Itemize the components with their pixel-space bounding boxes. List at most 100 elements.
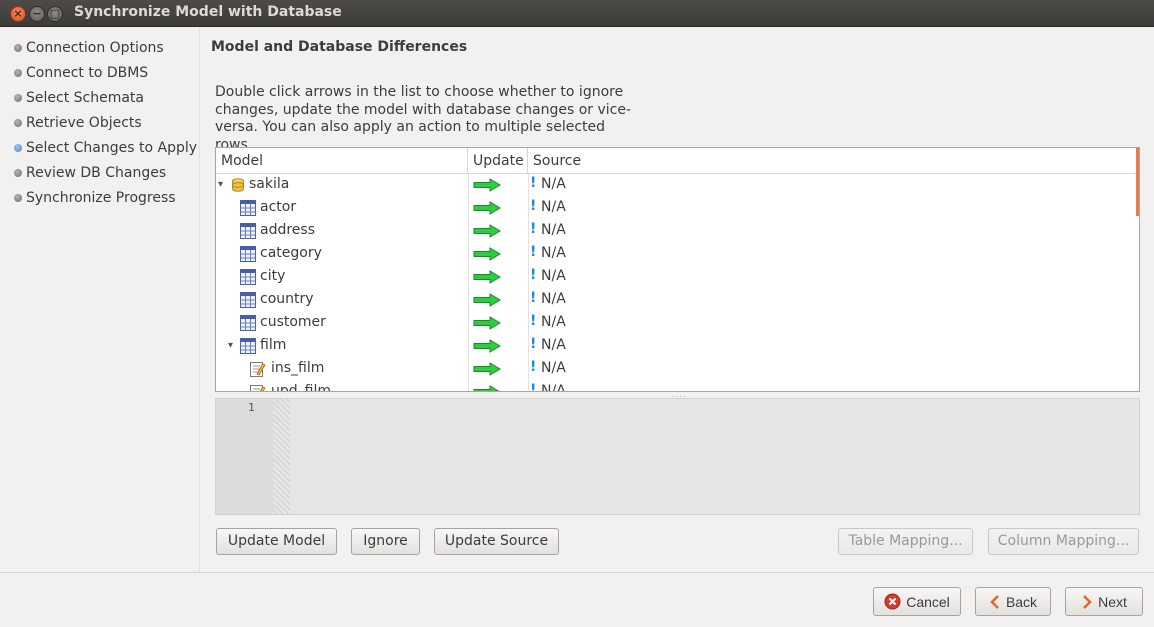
sql-preview-editor[interactable]: 1: [215, 398, 1140, 515]
tree-row[interactable]: ▾ film! N/A: [216, 335, 1139, 358]
step-bullet-active-icon: [14, 144, 22, 152]
step-label: Select Changes to Apply: [26, 140, 198, 156]
info-icon: !: [530, 313, 537, 329]
step-retrieve-objects: Retrieve Objects: [14, 113, 142, 133]
row-label: actor: [260, 199, 297, 215]
ignore-button[interactable]: Ignore: [351, 528, 420, 555]
info-icon: !: [530, 221, 537, 237]
arrow-right-icon[interactable]: [473, 293, 501, 311]
arrow-right-icon[interactable]: [473, 385, 501, 391]
step-select-changes: Select Changes to Apply: [14, 138, 197, 158]
editor-fold-margin: [273, 399, 290, 514]
info-icon: !: [530, 175, 537, 191]
row-label: ins_film: [271, 360, 325, 376]
arrow-right-icon[interactable]: [473, 247, 501, 265]
chevron-left-icon: [989, 594, 1001, 610]
window-close-button[interactable]: ×: [10, 6, 26, 22]
cancel-icon: [884, 593, 901, 610]
row-label: customer: [260, 314, 326, 330]
step-label: Select Schemata: [26, 90, 144, 106]
step-connection-options: Connection Options: [14, 38, 164, 58]
table-icon: [240, 269, 256, 285]
wizard-footer: Cancel Back Next: [0, 572, 1154, 627]
expander-icon[interactable]: ▾: [228, 340, 233, 351]
database-icon: [230, 177, 246, 193]
back-label: Back: [1005, 593, 1038, 610]
window-title: Synchronize Model with Database: [74, 4, 342, 20]
cancel-button[interactable]: Cancel: [873, 587, 961, 616]
source-value: N/A: [541, 268, 566, 284]
table-mapping-button[interactable]: Table Mapping...: [838, 528, 973, 555]
arrow-right-icon[interactable]: [473, 339, 501, 357]
close-icon: ×: [13, 7, 23, 20]
differences-tree[interactable]: Model Update Source ▾ sakila! N/A actor! N/A…: [215, 147, 1140, 392]
tree-row[interactable]: ▾ sakila! N/A: [216, 174, 1139, 197]
source-value: N/A: [541, 222, 566, 238]
step-bullet-icon: [14, 169, 22, 177]
step-connect-to-dbms: Connect to DBMS: [14, 63, 148, 83]
window-minimize-button[interactable]: −: [29, 6, 45, 22]
update-source-button[interactable]: Update Source: [434, 528, 559, 555]
arrow-right-icon[interactable]: [473, 316, 501, 334]
tree-header: Model Update Source: [216, 148, 1139, 174]
column-header-model[interactable]: Model: [216, 148, 468, 174]
source-value: N/A: [541, 314, 566, 330]
step-bullet-icon: [14, 94, 22, 102]
line-number: 1: [248, 401, 255, 414]
step-bullet-icon: [14, 119, 22, 127]
table-icon: [240, 223, 256, 239]
tree-row[interactable]: upd_film! N/A: [216, 381, 1139, 392]
row-label: film: [260, 337, 287, 353]
tree-row[interactable]: country! N/A: [216, 289, 1139, 312]
trigger-icon: [250, 361, 266, 377]
tree-row[interactable]: address! N/A: [216, 220, 1139, 243]
step-review-db-changes: Review DB Changes: [14, 163, 166, 183]
step-select-schemata: Select Schemata: [14, 88, 144, 108]
tree-row[interactable]: category! N/A: [216, 243, 1139, 266]
row-label: category: [260, 245, 322, 261]
arrow-right-icon[interactable]: [473, 270, 501, 288]
source-value: N/A: [541, 337, 566, 353]
window-maximize-button[interactable]: □: [47, 6, 63, 22]
arrow-right-icon[interactable]: [473, 362, 501, 380]
tree-row[interactable]: ins_film! N/A: [216, 358, 1139, 381]
back-button[interactable]: Back: [975, 587, 1051, 616]
info-icon: !: [530, 290, 537, 306]
step-bullet-icon: [14, 194, 22, 202]
cancel-label: Cancel: [906, 593, 950, 610]
row-label: address: [260, 222, 316, 238]
arrow-right-icon[interactable]: [473, 178, 501, 196]
next-label: Next: [1098, 593, 1127, 610]
source-value: N/A: [541, 199, 566, 215]
tree-row[interactable]: actor! N/A: [216, 197, 1139, 220]
column-mapping-button[interactable]: Column Mapping...: [988, 528, 1139, 555]
source-value: N/A: [541, 383, 566, 392]
row-label: sakila: [249, 176, 290, 192]
step-bullet-icon: [14, 69, 22, 77]
chevron-right-icon: [1081, 594, 1093, 610]
row-label: upd_film: [271, 383, 331, 392]
column-header-update[interactable]: Update: [468, 148, 528, 174]
row-label: city: [260, 268, 286, 284]
arrow-right-icon[interactable]: [473, 224, 501, 242]
step-synchronize-progress: Synchronize Progress: [14, 188, 176, 208]
column-header-source[interactable]: Source: [528, 148, 1139, 174]
tree-row[interactable]: city! N/A: [216, 266, 1139, 289]
table-icon: [240, 200, 256, 216]
instructions-text: Double click arrows in the list to choos…: [215, 84, 632, 153]
next-button[interactable]: Next: [1065, 587, 1143, 616]
tree-row[interactable]: customer! N/A: [216, 312, 1139, 335]
info-icon: !: [530, 244, 537, 260]
update-model-button[interactable]: Update Model: [216, 528, 337, 555]
source-value: N/A: [541, 245, 566, 261]
step-label: Review DB Changes: [26, 165, 167, 181]
expander-icon[interactable]: ▾: [218, 179, 223, 190]
window-titlebar: × − □ Synchronize Model with Database: [0, 0, 1154, 27]
arrow-right-icon[interactable]: [473, 201, 501, 219]
info-icon: !: [530, 336, 537, 352]
step-label: Connection Options: [26, 40, 164, 56]
info-icon: !: [530, 382, 537, 392]
step-label: Synchronize Progress: [26, 190, 176, 206]
trigger-icon: [250, 384, 266, 391]
step-label: Connect to DBMS: [26, 65, 149, 81]
